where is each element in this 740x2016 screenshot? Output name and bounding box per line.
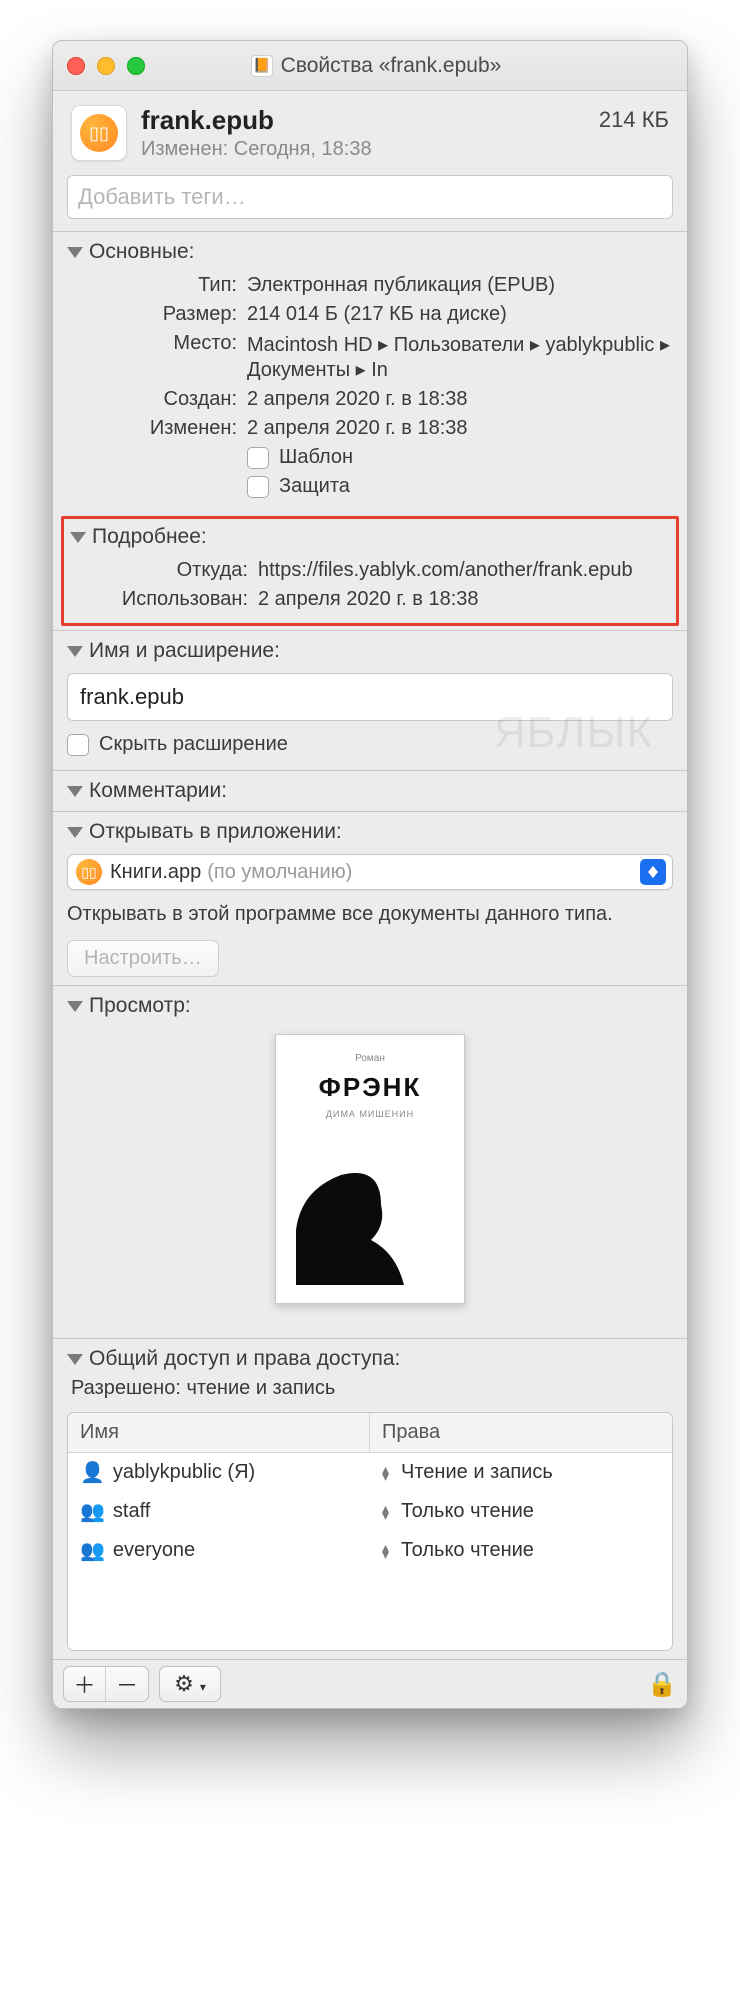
kv-created: 2 апреля 2020 г. в 18:38 — [247, 388, 673, 411]
section-name-ext: Имя и расширение: Скрыть расширение ЯБЛЫ… — [53, 630, 687, 770]
section-sharing: Общий доступ и права доступа: Разрешено:… — [53, 1338, 687, 1659]
section-comments: Комментарии: — [53, 770, 687, 811]
remove-user-button[interactable]: － — [106, 1667, 148, 1701]
section-name-ext-header[interactable]: Имя и расширение: — [67, 639, 673, 663]
tags-input[interactable]: Добавить теги… — [67, 175, 673, 219]
action-segment: ⚙︎ ▾ — [159, 1666, 221, 1702]
table-row[interactable]: 👥staff ▴▾Только чтение — [68, 1492, 672, 1531]
kv-type: Электронная публикация (EPUB) — [247, 274, 673, 297]
disclosure-triangle-icon — [67, 1001, 83, 1012]
file-name: frank.epub — [141, 105, 372, 136]
stationery-row[interactable]: Шаблон — [247, 446, 673, 469]
locked-checkbox[interactable] — [247, 476, 269, 498]
section-comments-header[interactable]: Комментарии: — [67, 779, 673, 803]
table-row[interactable]: 👤yablykpublic (Я) ▴▾Чтение и запись — [68, 1453, 672, 1492]
open-with-note: Открывать в этой программе все документы… — [67, 900, 673, 928]
permissions-table: Имя Права 👤yablykpublic (Я) ▴▾Чтение и з… — [67, 1412, 673, 1651]
info-window: 📙 Свойства «frank.epub» ▯▯ frank.epub Из… — [52, 40, 688, 1709]
user-icon: 👤 — [80, 1460, 105, 1485]
kv-last-opened: 2 апреля 2020 г. в 18:38 — [258, 588, 670, 611]
lock-icon[interactable]: 🔒 — [647, 1670, 677, 1699]
file-modified: Изменен: Сегодня, 18:38 — [141, 138, 372, 161]
group-icon: 👥 — [80, 1499, 105, 1524]
stepper-icon[interactable]: ▴▾ — [382, 1544, 389, 1558]
disclosure-triangle-icon — [67, 786, 83, 797]
stepper-icon[interactable]: ▴▾ — [382, 1505, 389, 1519]
title-icon: 📙 — [251, 55, 273, 77]
kv-size: 214 014 Б (217 КБ на диске) — [247, 303, 673, 326]
section-sharing-header[interactable]: Общий доступ и права доступа: — [67, 1347, 673, 1371]
section-more-header[interactable]: Подробнее: — [70, 525, 670, 549]
kv-where: Macintosh HD ▸ Пользователи ▸ yablykpubl… — [247, 332, 673, 382]
stationery-checkbox[interactable] — [247, 447, 269, 469]
table-row[interactable]: 👥everyone ▴▾Только чтение — [68, 1531, 672, 1570]
add-user-button[interactable]: ＋ — [64, 1667, 106, 1701]
action-menu-button[interactable]: ⚙︎ ▾ — [160, 1667, 220, 1701]
minimize-button[interactable] — [97, 57, 115, 75]
section-preview-header[interactable]: Просмотр: — [67, 994, 673, 1018]
file-icon: ▯▯ — [71, 105, 127, 161]
col-perm: Права — [370, 1413, 672, 1453]
section-general: Основные: Тип: Электронная публикация (E… — [53, 231, 687, 512]
stepper-icon[interactable]: ▴▾ — [382, 1466, 389, 1480]
zoom-button[interactable] — [127, 57, 145, 75]
disclosure-triangle-icon — [67, 646, 83, 657]
hide-ext-checkbox[interactable] — [67, 734, 89, 756]
section-more-highlight: Подробнее: Откуда: https://files.yablyk.… — [61, 516, 679, 626]
section-preview: Просмотр: Роман ФРЭНК ДИМА МИШЕНИН — [53, 985, 687, 1338]
locked-row[interactable]: Защита — [247, 475, 673, 498]
file-header: ▯▯ frank.epub Изменен: Сегодня, 18:38 21… — [53, 91, 687, 171]
select-stepper-icon — [640, 859, 666, 885]
window-title: 📙 Свойства «frank.epub» — [155, 54, 597, 78]
disclosure-triangle-icon — [70, 532, 86, 543]
file-size: 214 КБ — [599, 105, 669, 133]
section-open-with: Открывать в приложении: ▯▯ Книги.app (по… — [53, 811, 687, 985]
section-general-header[interactable]: Основные: — [67, 240, 673, 264]
app-icon: ▯▯ — [76, 859, 102, 885]
open-with-select[interactable]: ▯▯ Книги.app (по умолчанию) — [67, 854, 673, 890]
general-kv: Тип: Электронная публикация (EPUB) Разме… — [67, 274, 673, 440]
more-kv: Откуда: https://files.yablyk.com/another… — [70, 559, 670, 611]
group-icon: 👥 — [80, 1538, 105, 1563]
book-icon: ▯▯ — [80, 114, 118, 152]
disclosure-triangle-icon — [67, 247, 83, 258]
titlebar: 📙 Свойства «frank.epub» — [53, 41, 687, 91]
add-remove-segment: ＋ － — [63, 1666, 149, 1702]
silhouette-icon — [286, 1135, 454, 1285]
disclosure-triangle-icon — [67, 1354, 83, 1365]
window-title-text: Свойства «frank.epub» — [281, 54, 502, 78]
col-name: Имя — [68, 1413, 370, 1453]
change-all-button[interactable]: Настроить… — [67, 940, 219, 977]
book-cover: Роман ФРЭНК ДИМА МИШЕНИН — [275, 1034, 465, 1304]
disclosure-triangle-icon — [67, 827, 83, 838]
close-button[interactable] — [67, 57, 85, 75]
sharing-footer: ＋ － ⚙︎ ▾ 🔒 — [53, 1659, 687, 1708]
kv-where-from: https://files.yablyk.com/another/frank.e… — [258, 559, 670, 582]
window-controls — [67, 57, 145, 75]
sharing-summary: Разрешено: чтение и запись — [71, 1377, 673, 1400]
section-open-with-header[interactable]: Открывать в приложении: — [67, 820, 673, 844]
kv-modified: 2 апреля 2020 г. в 18:38 — [247, 417, 673, 440]
preview-thumbnail: Роман ФРЭНК ДИМА МИШЕНИН — [67, 1018, 673, 1330]
hide-ext-row[interactable]: Скрыть расширение ЯБЛЫК — [67, 733, 673, 756]
filename-input[interactable] — [67, 673, 673, 721]
